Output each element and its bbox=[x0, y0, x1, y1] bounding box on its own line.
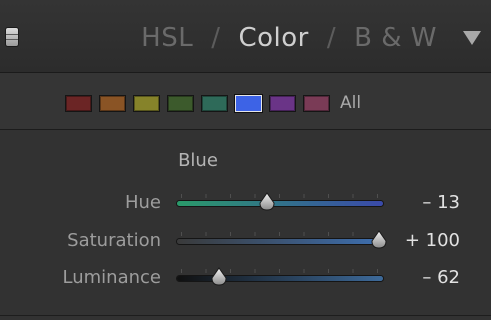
slider-ticks bbox=[181, 232, 379, 236]
panel-header: HSL / Color / B & W bbox=[0, 0, 491, 73]
hue-slider-row: Hue – 13 bbox=[0, 190, 491, 216]
saturation-value[interactable]: + 100 bbox=[405, 230, 460, 251]
panel-divider bbox=[0, 315, 491, 316]
hue-slider[interactable] bbox=[177, 190, 383, 216]
saturation-slider-thumb[interactable] bbox=[370, 230, 388, 250]
color-sliders-area: Blue Hue – 13 Saturation + 100 Luminance… bbox=[0, 130, 491, 320]
tab-separator: / bbox=[326, 23, 337, 53]
slider-ticks bbox=[181, 194, 379, 198]
tab-color[interactable]: Color bbox=[238, 23, 308, 53]
panel-switch-icon[interactable] bbox=[6, 28, 18, 46]
hsl-color-bw-panel: HSL / Color / B & W All Blue Hue – 13 Sa… bbox=[0, 0, 491, 320]
saturation-track[interactable] bbox=[177, 239, 383, 244]
luminance-slider-thumb[interactable] bbox=[210, 267, 228, 287]
luminance-slider-row: Luminance – 62 bbox=[0, 265, 491, 291]
selected-color-title: Blue bbox=[178, 150, 218, 171]
hue-track[interactable] bbox=[177, 201, 383, 206]
saturation-label: Saturation bbox=[67, 230, 161, 251]
luminance-slider[interactable] bbox=[177, 265, 383, 291]
tab-bw[interactable]: B & W bbox=[354, 23, 437, 53]
tab-separator: / bbox=[211, 23, 221, 53]
hue-label: Hue bbox=[124, 192, 161, 213]
swatch-purple[interactable] bbox=[269, 94, 296, 112]
color-swatch-row: All bbox=[0, 73, 491, 130]
swatch-orange[interactable] bbox=[99, 94, 126, 112]
swatch-yellow[interactable] bbox=[133, 94, 160, 112]
color-swatches: All bbox=[65, 93, 361, 113]
panel-tabs: HSL / Color / B & W bbox=[141, 20, 437, 56]
triangle-down-icon[interactable] bbox=[463, 31, 481, 45]
saturation-slider[interactable] bbox=[177, 228, 387, 254]
saturation-slider-row: Saturation + 100 bbox=[0, 228, 491, 254]
hue-slider-thumb[interactable] bbox=[258, 192, 276, 212]
luminance-label: Luminance bbox=[62, 267, 161, 288]
luminance-track[interactable] bbox=[177, 276, 383, 281]
swatch-aqua[interactable] bbox=[201, 94, 228, 112]
swatch-red[interactable] bbox=[65, 94, 92, 112]
swatch-green[interactable] bbox=[167, 94, 194, 112]
luminance-value[interactable]: – 62 bbox=[422, 267, 460, 288]
hue-value[interactable]: – 13 bbox=[422, 192, 460, 213]
all-colors-button[interactable]: All bbox=[340, 93, 361, 113]
swatch-blue[interactable] bbox=[235, 94, 262, 112]
swatch-magenta[interactable] bbox=[303, 94, 330, 112]
tab-hsl[interactable]: HSL bbox=[141, 23, 193, 53]
